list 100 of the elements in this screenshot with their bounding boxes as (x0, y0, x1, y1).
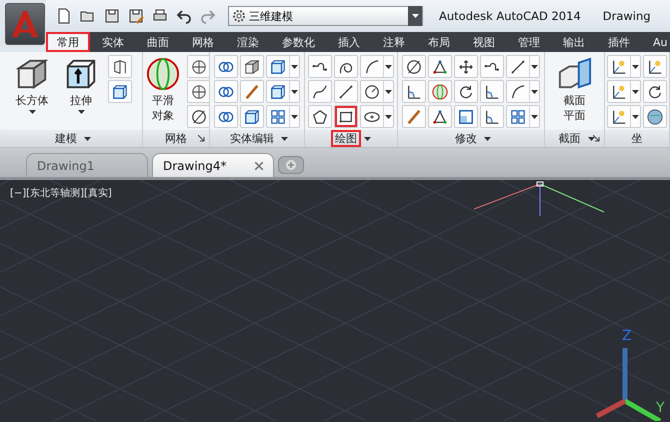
large-tool-button[interactable]: 平滑对象 (143, 55, 185, 130)
ribbon-tab[interactable]: 渲染 (226, 32, 270, 52)
dropdown-button[interactable] (630, 56, 640, 77)
line-icon (510, 58, 526, 74)
box-icon (270, 58, 286, 74)
panel-title[interactable]: 修改 (451, 130, 481, 147)
sheet-icon (112, 58, 128, 74)
panel-title[interactable]: 截面 (554, 130, 584, 147)
fillet-icon (484, 84, 500, 100)
box-icon (244, 108, 260, 124)
dropdown-button[interactable] (289, 106, 299, 127)
caret-icon (588, 136, 594, 140)
fillet-icon (484, 108, 500, 124)
caret-icon (412, 14, 418, 18)
brush-icon (406, 108, 422, 124)
mesh-icon (191, 84, 207, 100)
dropdown-button[interactable] (383, 56, 393, 77)
dropdown-button[interactable] (383, 81, 393, 102)
caret-icon (385, 90, 392, 94)
caret-icon (632, 64, 639, 68)
caret-icon (364, 136, 371, 140)
ucs-icon (611, 108, 627, 124)
ribbon-tab[interactable]: 管理 (507, 32, 551, 52)
panel-title[interactable]: 绘图 (331, 130, 361, 147)
panel-title[interactable]: 建模 (51, 130, 81, 147)
ribbon-tab[interactable]: 常用 (46, 32, 90, 52)
caret-icon (385, 114, 392, 118)
rectangle-icon (338, 108, 354, 124)
cube-icon (15, 57, 49, 91)
ucs-icon (647, 58, 663, 74)
dropdown-button[interactable] (529, 56, 539, 77)
new-tab-button[interactable] (278, 156, 304, 174)
document-title: Drawing (602, 9, 651, 23)
ucs-icon (611, 58, 627, 74)
ribbon-tab[interactable]: 布局 (417, 32, 461, 52)
move-icon (458, 58, 474, 74)
launcher-icon[interactable] (198, 135, 205, 142)
triangle-icon (432, 108, 448, 124)
gear-icon (232, 9, 246, 23)
document-tab[interactable]: Drawing4* (152, 153, 274, 177)
ribbon-tab[interactable]: Au (642, 32, 670, 52)
close-icon[interactable] (255, 162, 263, 170)
ribbon-tab[interactable]: 视图 (462, 32, 506, 52)
caret-icon (632, 90, 639, 94)
caret-icon (531, 64, 538, 68)
line-icon (338, 84, 354, 100)
large-tool-button[interactable]: 拉伸 (56, 55, 106, 130)
dropdown-button[interactable] (383, 106, 393, 127)
rotate-icon (647, 84, 663, 100)
caret-icon (281, 136, 288, 140)
cube-icon (244, 58, 260, 74)
caret-icon (78, 110, 84, 114)
arc-icon (510, 84, 526, 100)
ribbon-tab[interactable]: 参数化 (271, 32, 326, 52)
caret-icon (484, 136, 491, 140)
large-tool-button[interactable]: 长方体 (10, 55, 54, 130)
dropdown-button[interactable] (529, 81, 539, 102)
ribbon-tab[interactable]: 插件 (597, 32, 641, 52)
dropdown-button[interactable] (630, 106, 640, 127)
workspace-dropdown[interactable]: 三维建模 (228, 6, 423, 26)
triangle-icon (432, 58, 448, 74)
dropdown-button[interactable] (529, 106, 539, 127)
dropdown-button[interactable] (630, 81, 640, 102)
document-tab[interactable]: Drawing1 (26, 153, 148, 177)
drawing-viewport[interactable]: Z Y [−][东北等轴测][真实] (0, 180, 670, 422)
rotate-icon (458, 84, 474, 100)
slash-icon (191, 108, 207, 124)
ribbon-tab[interactable]: 实体 (91, 32, 135, 52)
plus-icon (286, 160, 296, 170)
globe-icon (647, 108, 663, 124)
axis-label: Y (656, 401, 665, 415)
caret-icon (385, 64, 392, 68)
viewport-controls-label[interactable]: [−][东北等轴测][真实] (10, 186, 112, 200)
caret-icon (531, 114, 538, 118)
sphere-icon (146, 57, 180, 91)
ribbon-tab[interactable]: 网格 (181, 32, 225, 52)
pentagon-icon (312, 108, 328, 124)
ribbon-tab[interactable]: 注释 (372, 32, 416, 52)
panel-title[interactable]: 网格 (161, 130, 191, 147)
dropdown-button[interactable] (289, 81, 299, 102)
curve-icon (312, 84, 328, 100)
panel-title[interactable]: 坐 (628, 130, 646, 147)
ribbon-tab[interactable]: 插入 (327, 32, 371, 52)
ribbon-tab[interactable]: 输出 (552, 32, 596, 52)
arc-icon (364, 58, 380, 74)
launcher-icon[interactable] (593, 135, 600, 142)
caret-icon (632, 114, 639, 118)
large-tool-button[interactable]: 截面平面 (552, 55, 596, 130)
tool-button[interactable] (335, 106, 357, 127)
ribbon-tab[interactable]: 曲面 (136, 32, 180, 52)
box-icon (112, 84, 128, 100)
sphere-icon (432, 84, 448, 100)
caret-icon (291, 64, 298, 68)
grid-icon (270, 108, 286, 124)
box-icon (270, 84, 286, 100)
dropdown-button[interactable] (289, 56, 299, 77)
brush-icon (244, 84, 260, 100)
panel-title[interactable]: 实体编辑 (226, 130, 278, 147)
extrude-cube-icon (64, 57, 98, 91)
mesh-icon (191, 58, 207, 74)
